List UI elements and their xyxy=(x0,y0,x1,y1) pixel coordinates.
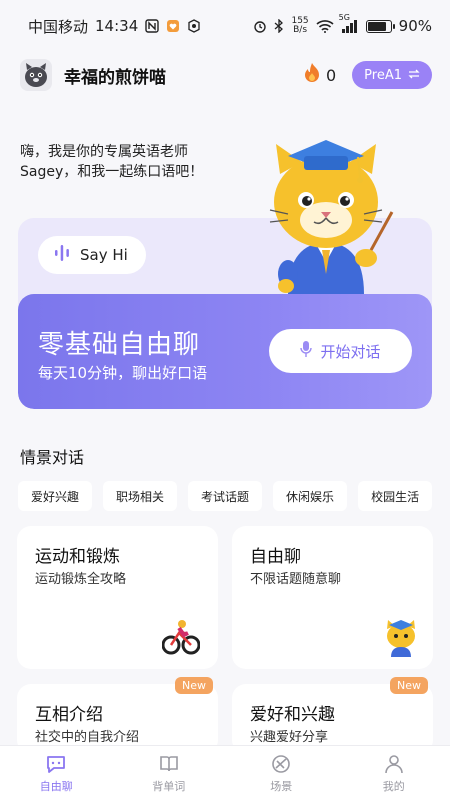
greeting-line-1: 嗨，我是你的专属英语老师 xyxy=(20,142,203,162)
carrier: 中国移动 xyxy=(28,16,88,37)
status-left: 中国移动 14:34 xyxy=(28,16,201,37)
say-hi-button[interactable]: Say Hi xyxy=(38,236,146,274)
swap-icon xyxy=(408,68,420,83)
card-subtitle: 兴趣爱好分享 xyxy=(250,726,328,745)
scene-chip[interactable]: 休闲娱乐 xyxy=(273,481,347,511)
say-hi-label: Say Hi xyxy=(80,246,128,264)
book-icon xyxy=(158,753,180,775)
fire-icon xyxy=(303,62,321,88)
card-subtitle: 运动锻炼全攻略 xyxy=(35,568,126,587)
microphone-icon xyxy=(300,340,312,362)
nav-item-free-chat[interactable]: 自由聊 xyxy=(0,746,113,801)
battery-icon xyxy=(366,20,392,33)
battery-percent: 90% xyxy=(399,17,432,35)
card-title: 互相介绍 xyxy=(35,700,103,725)
bluetooth-icon xyxy=(274,19,284,33)
scene-card-hobbies[interactable]: New 爱好和兴趣 兴趣爱好分享 xyxy=(232,684,433,754)
greeting-line-2: Sagey，和我一起练口语吧！ xyxy=(20,162,203,182)
nav-item-profile[interactable]: 我的 xyxy=(338,746,450,801)
user-icon xyxy=(383,753,405,775)
bottom-nav: 自由聊 背单词 场景 我的 xyxy=(0,745,450,801)
status-right: 155 B/s 5G 90% xyxy=(253,17,432,35)
greeting: 嗨，我是你的专属英语老师 Sagey，和我一起练口语吧！ xyxy=(20,142,203,182)
shield-icon xyxy=(187,19,201,33)
nav-label: 我的 xyxy=(383,778,405,794)
level-label: PreA1 xyxy=(364,68,402,83)
nav-item-vocabulary[interactable]: 背单词 xyxy=(113,746,226,801)
nav-label: 背单词 xyxy=(152,778,185,794)
teacher-cat-mascot xyxy=(258,134,394,294)
scene-chip[interactable]: 校园生活 xyxy=(358,481,432,511)
start-conversation-label: 开始对话 xyxy=(320,341,380,362)
cat-avatar-icon xyxy=(21,60,51,90)
card-subtitle: 社交中的自我介绍 xyxy=(35,726,139,745)
free-chat-panel[interactable]: 零基础自由聊 每天10分钟，聊出好口语 开始对话 xyxy=(18,294,432,409)
new-badge: New xyxy=(390,677,428,694)
avatar[interactable] xyxy=(20,59,52,91)
new-badge: New xyxy=(175,677,213,694)
scene-card-sports[interactable]: 运动和锻炼 运动锻炼全攻略 xyxy=(17,526,218,669)
username: 幸福的煎饼喵 xyxy=(64,63,303,88)
wifi-icon xyxy=(316,19,334,33)
cycling-icon xyxy=(162,619,200,655)
nav-label: 场景 xyxy=(270,778,292,794)
scene-chip[interactable]: 职场相关 xyxy=(103,481,177,511)
scenes-title: 情景对话 xyxy=(20,444,84,468)
card-title: 自由聊 xyxy=(250,542,301,567)
card-title: 运动和锻炼 xyxy=(35,542,120,567)
start-conversation-button[interactable]: 开始对话 xyxy=(269,329,412,373)
nav-label: 自由聊 xyxy=(40,778,73,794)
nav-item-scenes[interactable]: 场景 xyxy=(225,746,338,801)
streak-counter[interactable]: 0 xyxy=(303,62,336,88)
scene-chip[interactable]: 爱好兴趣 xyxy=(18,481,92,511)
net-speed-unit: B/s xyxy=(293,25,307,35)
header: 幸福的煎饼喵 0 PreA1 xyxy=(0,52,450,98)
free-chat-title: 零基础自由聊 xyxy=(38,324,200,361)
status-bar: 中国移动 14:34 155 B/s 5G 90% xyxy=(0,0,450,52)
small-cat-mascot-icon xyxy=(383,617,419,657)
scene-card-introduction[interactable]: New 互相介绍 社交中的自我介绍 xyxy=(17,684,218,754)
scene-chip-list: 爱好兴趣 职场相关 考试话题 休闲娱乐 校园生活 xyxy=(18,481,432,511)
chat-icon xyxy=(45,753,67,775)
app-notification-icon xyxy=(166,19,180,33)
card-title: 爱好和兴趣 xyxy=(250,700,335,725)
fire-count: 0 xyxy=(326,66,336,85)
alarm-icon xyxy=(253,19,267,33)
scene-card-free-chat[interactable]: 自由聊 不限话题随意聊 xyxy=(232,526,433,669)
clock: 14:34 xyxy=(95,17,138,35)
voice-wave-icon xyxy=(54,244,70,266)
battery-level-fill xyxy=(368,22,386,31)
card-subtitle: 不限话题随意聊 xyxy=(250,568,341,587)
scene-chip[interactable]: 考试话题 xyxy=(188,481,262,511)
scene-icon xyxy=(270,753,292,775)
signal-icon: 5G xyxy=(341,19,359,33)
net-speed: 155 B/s xyxy=(291,17,308,35)
level-switch-button[interactable]: PreA1 xyxy=(352,61,432,89)
network-type: 5G xyxy=(339,13,350,22)
nfc-icon xyxy=(145,19,159,33)
free-chat-subtitle: 每天10分钟，聊出好口语 xyxy=(38,362,207,383)
